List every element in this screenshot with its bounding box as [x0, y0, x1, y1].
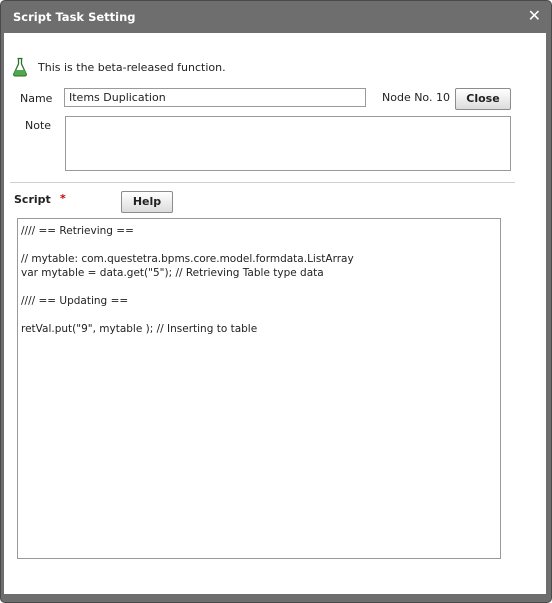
script-editor[interactable]: //// == Retrieving == // mytable: com.qu…	[17, 218, 501, 559]
flask-icon	[13, 57, 27, 77]
dialog-title: Script Task Setting	[13, 10, 136, 24]
dialog-body: This is the beta-released function. Name…	[4, 33, 546, 594]
code-line: var mytable = data.get("5"); // Retrievi…	[21, 267, 324, 279]
note-label: Note	[25, 119, 52, 132]
close-icon[interactable]: ✕	[528, 7, 541, 25]
required-mark: *	[60, 192, 66, 205]
script-label: Script	[14, 193, 51, 206]
code-line: retVal.put("9", mytable ); // Inserting …	[21, 323, 258, 335]
dialog-titlebar[interactable]: Script Task Setting ✕	[1, 1, 551, 33]
note-textarea[interactable]	[65, 116, 511, 171]
script-task-setting-dialog: Script Task Setting ✕ This is the beta-r…	[0, 0, 552, 603]
section-divider	[10, 182, 515, 183]
code-line: //// == Updating ==	[21, 295, 129, 307]
node-number: Node No. 10	[382, 91, 450, 104]
code-line: // mytable: com.questetra.bpms.core.mode…	[21, 253, 354, 265]
name-label: Name	[20, 92, 53, 105]
name-input[interactable]	[64, 88, 366, 107]
help-button[interactable]: Help	[121, 191, 173, 213]
beta-notice-text: This is the beta-released function.	[38, 61, 226, 74]
code-line: //// == Retrieving ==	[21, 225, 134, 237]
close-button[interactable]: Close	[455, 88, 511, 110]
